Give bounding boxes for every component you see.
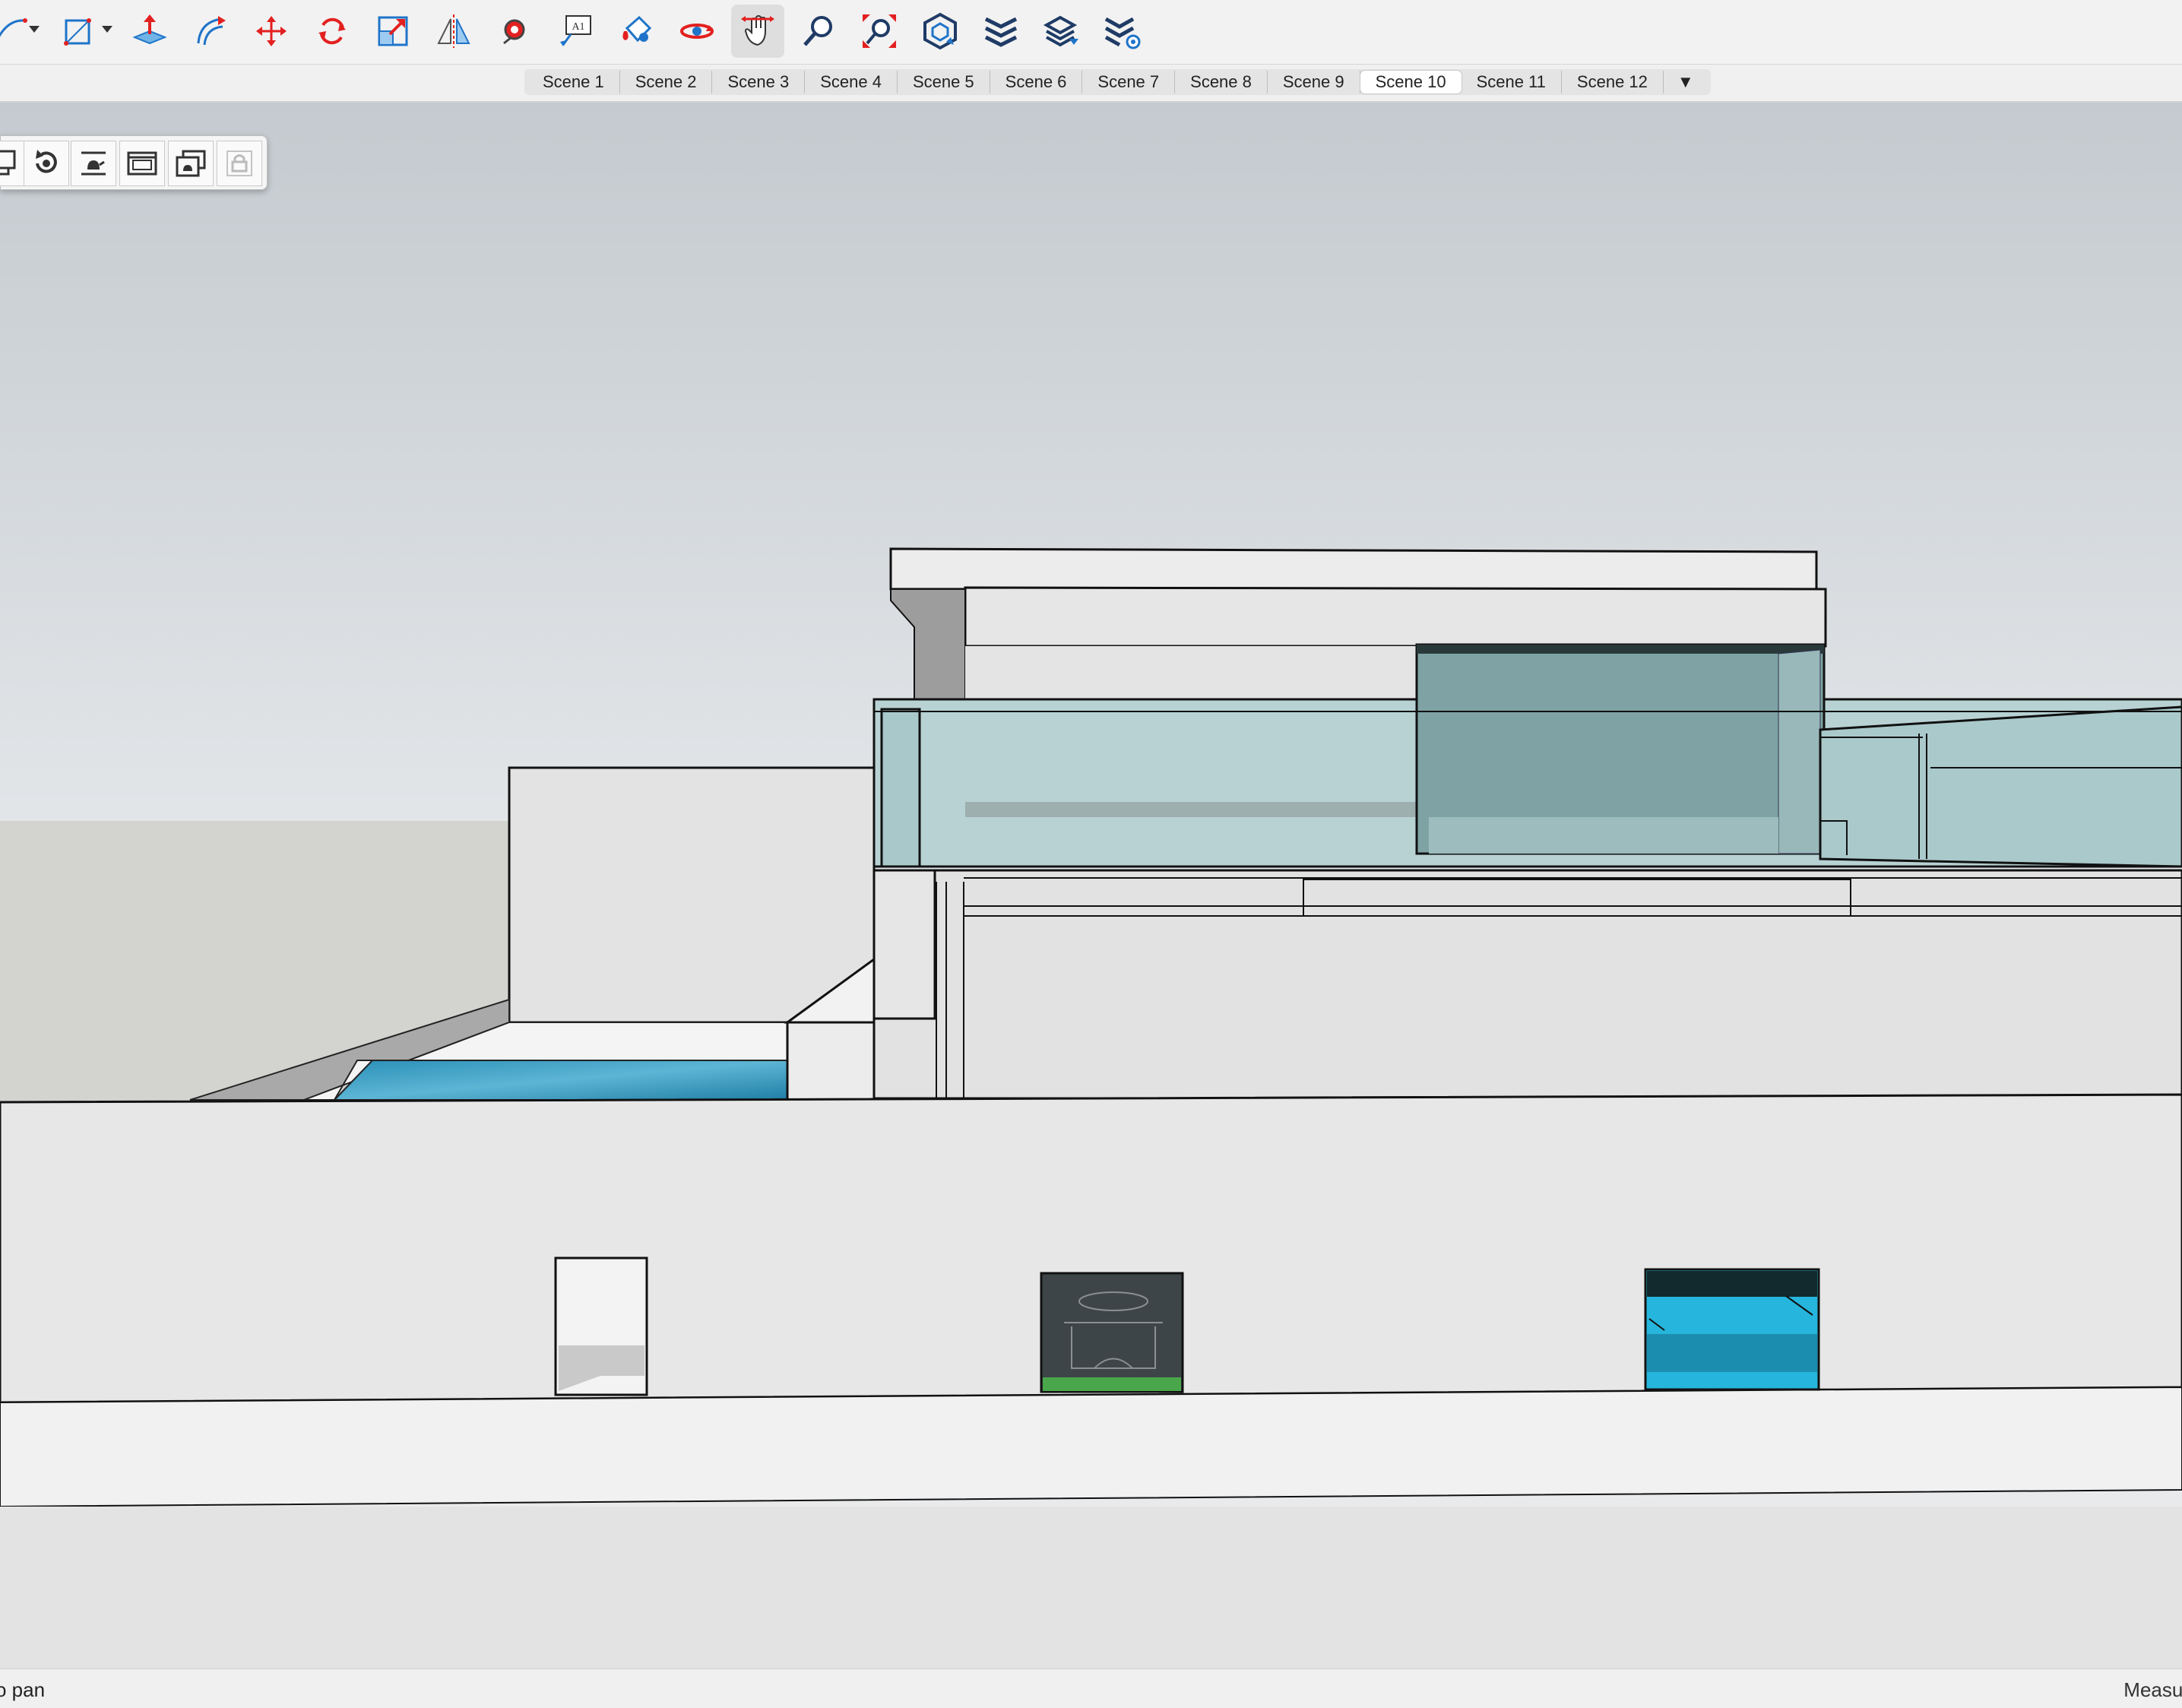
scene-more-dropdown[interactable]: ▼: [1664, 71, 1708, 93]
move-icon: [256, 16, 287, 46]
rotate-tool-button[interactable]: [306, 5, 359, 58]
extension-warehouse-icon: [984, 17, 1018, 47]
tape-measure-tool-button[interactable]: [488, 5, 541, 58]
right-glass-wing: [1819, 705, 2182, 868]
tab-scene-4[interactable]: Scene 4: [805, 71, 898, 93]
window-pool-band: [1647, 1334, 1817, 1372]
orbit-icon: [680, 24, 714, 39]
3d-viewport[interactable]: [0, 103, 2182, 1668]
ground-plane: [0, 1507, 2182, 1668]
scene-tab-bar: Scene 1 Scene 2 Scene 3 Scene 4 Scene 5 …: [0, 65, 2182, 103]
arc-pencil-icon: [0, 18, 27, 37]
tab-scene-2[interactable]: Scene 2: [620, 71, 713, 93]
stacked-windows-button[interactable]: [168, 141, 214, 186]
left-block: [508, 766, 876, 1024]
roof-slab-front: [964, 586, 1827, 648]
zoom-extents-icon: [863, 14, 896, 48]
tape-measure-icon: [503, 19, 525, 45]
pan-tool-button[interactable]: [731, 5, 784, 58]
tab-scene-7[interactable]: Scene 7: [1082, 71, 1176, 93]
glass-room-side: [1778, 649, 1821, 854]
send-to-layout-button[interactable]: [1035, 5, 1088, 58]
restore-button[interactable]: [24, 141, 69, 186]
tab-scene-3[interactable]: Scene 3: [712, 71, 806, 93]
window-court-grass: [1043, 1377, 1181, 1391]
shape-tool-button[interactable]: [50, 5, 103, 58]
tab-scene-11[interactable]: Scene 11: [1462, 71, 1562, 93]
teapot-align-button[interactable]: [71, 141, 116, 186]
tab-scene-6[interactable]: Scene 6: [990, 71, 1083, 93]
glass-reflection-band: [965, 802, 1417, 817]
rectangle-shape-icon: [64, 18, 91, 46]
paint-bucket-icon: [622, 15, 652, 43]
text-tool-button[interactable]: A1: [549, 5, 602, 58]
floating-palette: [0, 135, 268, 190]
extension-manager-icon: [1104, 17, 1141, 49]
copy-icon: [0, 150, 16, 176]
tab-scene-9[interactable]: Scene 9: [1268, 71, 1360, 93]
svg-text:A1: A1: [572, 21, 584, 33]
flip-icon: [437, 14, 470, 48]
model-scene: [0, 103, 2182, 1668]
window-pool-top: [1647, 1271, 1817, 1297]
move-tool-button[interactable]: [245, 5, 298, 58]
paint-bucket-tool-button[interactable]: [610, 5, 663, 58]
scale-tool-button[interactable]: [366, 5, 420, 58]
tab-scene-5[interactable]: Scene 5: [898, 71, 990, 93]
warehouse-icon: [923, 12, 957, 50]
extension-manager-button[interactable]: [1096, 5, 1149, 58]
stacked-windows-icon: [176, 150, 206, 177]
teapot-align-icon: [81, 151, 106, 176]
scene-tabs: Scene 1 Scene 2 Scene 3 Scene 4 Scene 5 …: [524, 69, 1711, 95]
tab-scene-1[interactable]: Scene 1: [527, 71, 620, 93]
base-left-face: [872, 869, 936, 1020]
status-bar: o pan Measur: [0, 1668, 2182, 1708]
offset-icon: [197, 16, 226, 46]
extension-warehouse-button[interactable]: [974, 5, 1028, 58]
front-ledge: [0, 1386, 2182, 1508]
zoom-icon: [803, 16, 832, 46]
pool-water: [332, 1060, 790, 1101]
glass-room-top: [1417, 645, 1824, 654]
rotate-icon: [318, 17, 346, 45]
3d-warehouse-button[interactable]: [914, 5, 967, 58]
push-pull-icon: [132, 14, 167, 45]
restore-icon: [36, 150, 57, 173]
copy-button[interactable]: [0, 141, 25, 186]
main-toolbar: A1: [0, 0, 2182, 65]
house-base: [872, 869, 2182, 1100]
glass-room-reflection: [1429, 817, 1778, 854]
scale-icon: [378, 16, 408, 46]
tab-scene-12[interactable]: Scene 12: [1562, 71, 1664, 93]
zoom-tool-button[interactable]: [792, 5, 845, 58]
tab-scene-10[interactable]: Scene 10: [1360, 71, 1462, 93]
offset-tool-button[interactable]: [184, 5, 237, 58]
flip-tool-button[interactable]: [427, 5, 480, 58]
window-frame-button[interactable]: [119, 141, 165, 186]
push-pull-tool-button[interactable]: [123, 5, 176, 58]
glass-side-panel: [880, 708, 921, 868]
lock-button[interactable]: [217, 141, 262, 186]
shape-dropdown-caret[interactable]: [102, 26, 112, 33]
send-to-layout-icon: [1043, 15, 1078, 47]
text-tag-icon: A1: [560, 15, 591, 46]
tab-scene-8[interactable]: Scene 8: [1175, 71, 1268, 93]
zoom-extents-tool-button[interactable]: [853, 5, 906, 58]
lock-icon: [226, 151, 252, 176]
window-court: [1040, 1272, 1184, 1393]
status-hint: o pan: [0, 1678, 46, 1701]
arc-dropdown-caret[interactable]: [29, 26, 40, 33]
roof-slab-top: [889, 547, 1818, 591]
window-frame-icon: [127, 151, 157, 176]
pan-hand-icon: [741, 14, 774, 46]
measurements-label: Measur: [2123, 1678, 2182, 1701]
orbit-tool-button[interactable]: [670, 5, 724, 58]
